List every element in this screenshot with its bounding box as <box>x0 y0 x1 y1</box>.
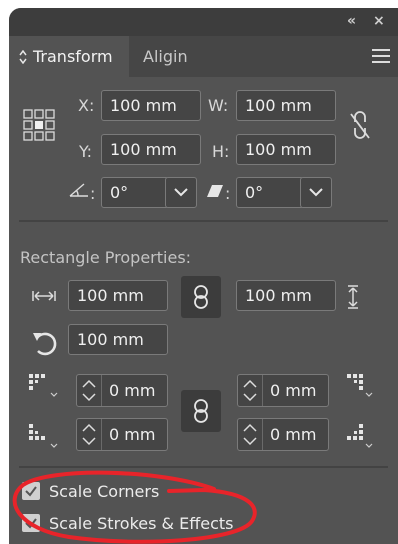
link-corners-button[interactable] <box>181 390 221 432</box>
corner-top-right-icon[interactable] <box>347 374 379 398</box>
y-label: Y: <box>79 142 93 161</box>
stepper-arrows[interactable] <box>238 419 263 450</box>
corner-bottom-right-icon[interactable] <box>347 422 379 450</box>
rotate-dropdown-button[interactable] <box>165 177 197 208</box>
link-dimensions-button[interactable] <box>181 276 221 318</box>
rotate-icon <box>33 332 57 356</box>
up-down-chevron-icon <box>243 379 257 402</box>
y-position-field[interactable]: 100 mm <box>101 134 201 165</box>
rotate-field[interactable]: 0° <box>101 177 169 208</box>
chevron-down-icon <box>174 188 188 197</box>
rotate-label: : <box>90 184 96 203</box>
chain-link-icon <box>194 285 208 309</box>
corner-top-left-icon[interactable] <box>29 374 61 398</box>
up-down-chevron-icon <box>243 423 257 446</box>
width-field[interactable]: 100 mm <box>236 90 336 121</box>
chevron-down-icon <box>309 188 323 197</box>
annotation-ellipse <box>12 470 257 544</box>
x-label: X: <box>78 96 95 115</box>
rectangle-height-field[interactable]: 100 mm <box>236 280 336 311</box>
reference-point-icon[interactable] <box>23 109 56 142</box>
rectangle-width-field[interactable]: 100 mm <box>68 280 168 311</box>
corner-top-left-value: 0 mm <box>109 381 156 400</box>
transform-panel: « × Transform Aligin X: 100 mm W: 100 mm… <box>9 8 398 544</box>
panel-title-bar: « × <box>9 8 398 36</box>
stepper-arrows[interactable] <box>77 419 102 450</box>
stepper-arrows[interactable] <box>77 375 102 406</box>
shear-icon <box>207 185 223 197</box>
rotate-angle-icon <box>69 183 88 197</box>
corner-bottom-left-stepper[interactable]: 0 mm <box>76 418 168 451</box>
x-position-field[interactable]: 100 mm <box>101 90 201 121</box>
corner-bottom-left-value: 0 mm <box>109 425 156 444</box>
corner-bottom-right-stepper[interactable]: 0 mm <box>237 418 329 451</box>
tab-bar: Transform Aligin <box>9 36 398 77</box>
shear-label: : <box>225 184 231 203</box>
width-arrows-icon <box>32 291 56 301</box>
corner-top-left-stepper[interactable]: 0 mm <box>76 374 168 407</box>
chain-link-icon <box>194 399 208 423</box>
height-field[interactable]: 100 mm <box>236 134 336 165</box>
double-chevron-icon[interactable]: « <box>347 13 356 29</box>
shear-dropdown-button[interactable] <box>300 177 332 208</box>
corner-top-right-value: 0 mm <box>270 381 317 400</box>
constrain-proportions-icon[interactable] <box>347 111 373 141</box>
height-arrows-icon <box>348 285 358 309</box>
tab-align-label: Aligin <box>143 47 188 66</box>
rectangle-properties-heading: Rectangle Properties: <box>20 248 192 267</box>
up-down-chevron-icon <box>82 379 96 402</box>
h-label: H: <box>212 142 230 161</box>
close-icon[interactable]: × <box>373 13 385 29</box>
corner-bottom-left-icon[interactable] <box>29 422 61 450</box>
shear-field[interactable]: 0° <box>236 177 304 208</box>
tab-transform-label: Transform <box>33 47 113 66</box>
tab-transform[interactable]: Transform <box>9 36 129 77</box>
tab-align[interactable]: Aligin <box>143 36 213 77</box>
rectangle-rotation-field[interactable]: 100 mm <box>68 324 168 355</box>
w-label: W: <box>208 96 229 115</box>
section-divider <box>19 220 388 222</box>
corner-bottom-right-value: 0 mm <box>270 425 317 444</box>
stepper-arrows[interactable] <box>238 375 263 406</box>
up-down-chevron-icon <box>82 423 96 446</box>
panel-menu-icon[interactable] <box>372 49 390 63</box>
up-down-arrows-icon <box>19 50 27 64</box>
corner-top-right-stepper[interactable]: 0 mm <box>237 374 329 407</box>
